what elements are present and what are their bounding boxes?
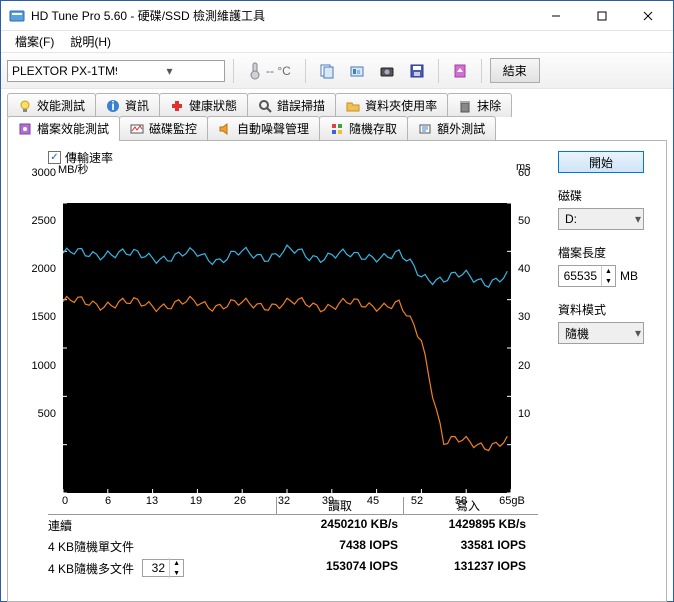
maximize-button[interactable]: [579, 1, 625, 31]
rndm-write: 131237 IOPS: [404, 559, 532, 577]
speaker-icon: [218, 122, 232, 136]
results-table: 讀取 寫入 連續 2450210 KB/s 1429895 KB/s 4 KB隨…: [48, 497, 538, 579]
ytick-left: 2000: [18, 263, 56, 275]
rnd1-write: 33581 IOPS: [404, 538, 532, 555]
disk-label: 磁碟: [558, 187, 650, 204]
options-button[interactable]: [447, 59, 473, 83]
right-panel: 開始 磁碟 D:▾ 檔案長度 65535▲▼ MB 資料模式 隨機▾: [558, 151, 650, 344]
titlebar: HD Tune Pro 5.60 - 硬碟/SSD 檢測維護工具: [1, 1, 673, 31]
tab-benchmark[interactable]: 效能測試: [7, 93, 96, 117]
row-sequential: 連續 2450210 KB/s 1429895 KB/s: [48, 515, 538, 536]
spinner-up-icon[interactable]: ▲: [601, 266, 615, 276]
monitor-icon: [130, 122, 144, 136]
tabs: 效能測試 i資訊 健康狀態 錯誤掃描 資料夾使用率 抹除 檔案效能測試 磁碟監控…: [7, 93, 667, 602]
tab-error-scan[interactable]: 錯誤掃描: [247, 93, 336, 117]
minimize-button[interactable]: [533, 1, 579, 31]
row-random-multi: 4 KB隨機多文件 32▲▼ 153074 IOPS 131237 IOPS: [48, 557, 538, 579]
disk-select[interactable]: D:▾: [558, 208, 644, 230]
info-icon: i: [106, 99, 120, 113]
drive-select-value: PLEXTOR PX-1TM9PY + (1024 gB): [12, 64, 117, 78]
copy-screenshot-button[interactable]: [344, 59, 370, 83]
lightbulb-icon: [18, 99, 32, 113]
toolbar: PLEXTOR PX-1TM9PY + (1024 gB) ▾ -- °C 結束: [1, 53, 673, 89]
ytick-left: 2500: [18, 215, 56, 227]
folder-icon: [346, 99, 360, 113]
close-button[interactable]: [625, 1, 671, 31]
tab-row-1: 效能測試 i資訊 健康狀態 錯誤掃描 資料夾使用率 抹除: [7, 93, 667, 117]
ytick-right: 30: [518, 311, 542, 323]
menubar: 檔案(F) 說明(H): [1, 31, 673, 53]
chevron-down-icon: ▾: [635, 212, 641, 226]
tab-file-benchmark[interactable]: 檔案效能測試: [7, 116, 120, 140]
col-read: 讀取: [276, 497, 404, 514]
trash-icon: [458, 99, 472, 113]
threads-spinner[interactable]: 32▲▼: [142, 559, 184, 577]
save-button[interactable]: [404, 59, 430, 83]
svg-text:i: i: [111, 99, 114, 113]
ytick-left: 500: [18, 408, 56, 420]
spinner-up-icon[interactable]: ▲: [169, 558, 183, 568]
menu-file[interactable]: 檔案(F): [7, 31, 62, 52]
spinner-down-icon[interactable]: ▼: [169, 568, 183, 578]
rndm-read: 153074 IOPS: [276, 559, 404, 577]
menu-help[interactable]: 說明(H): [62, 31, 119, 52]
file-test-icon: [18, 122, 32, 136]
search-icon: [258, 99, 272, 113]
filelen-spinner[interactable]: 65535▲▼: [558, 265, 616, 287]
random-icon: [330, 122, 344, 136]
rnd1-read: 7438 IOPS: [276, 538, 404, 555]
extra-icon: [418, 122, 432, 136]
chart-canvas: [63, 203, 511, 493]
tab-folder-usage[interactable]: 資料夾使用率: [335, 93, 448, 117]
col-write: 寫入: [404, 497, 532, 514]
tab-health[interactable]: 健康狀態: [159, 93, 248, 117]
tab-random-access[interactable]: 隨機存取: [319, 116, 408, 140]
mode-label: 資料模式: [558, 301, 650, 318]
temperature-value: -- °C: [266, 64, 291, 78]
results-header: 讀取 寫入: [48, 497, 538, 515]
start-button[interactable]: 開始: [558, 151, 644, 173]
screenshot-button[interactable]: [374, 59, 400, 83]
tab-info[interactable]: i資訊: [95, 93, 160, 117]
ytick-left: 1500: [18, 311, 56, 323]
y-axis-left-label: MB/秒: [58, 161, 89, 177]
filelen-label: 檔案長度: [558, 244, 650, 261]
tab-disk-monitor[interactable]: 磁碟監控: [119, 116, 208, 140]
ytick-right: 50: [518, 215, 542, 227]
ytick-left: 1000: [18, 360, 56, 372]
temperature-display: -- °C: [242, 59, 297, 83]
seq-write: 1429895 KB/s: [404, 517, 532, 534]
filelen-unit: MB: [620, 269, 638, 283]
chevron-down-icon: ▾: [635, 326, 641, 340]
window-title: HD Tune Pro 5.60 - 硬碟/SSD 檢測維護工具: [31, 7, 533, 24]
tab-extra-tests[interactable]: 額外測試: [407, 116, 496, 140]
drive-select[interactable]: PLEXTOR PX-1TM9PY + (1024 gB) ▾: [7, 60, 225, 82]
tab-row-2: 檔案效能測試 磁碟監控 自動噪聲管理 隨機存取 額外測試: [7, 116, 667, 140]
spinner-down-icon[interactable]: ▼: [601, 276, 615, 286]
health-icon: [170, 99, 184, 113]
row-random-single: 4 KB隨機單文件 7438 IOPS 33581 IOPS: [48, 536, 538, 557]
chevron-down-icon: ▾: [117, 64, 222, 78]
app-icon: [9, 8, 25, 24]
ytick-right: 20: [518, 360, 542, 372]
tab-aam[interactable]: 自動噪聲管理: [207, 116, 320, 140]
tab-erase[interactable]: 抹除: [447, 93, 512, 117]
tab-content: ✓ 傳輸速率 MB/秒 ms 3000 2500 2000 1500 1000 …: [7, 140, 667, 602]
ytick-right: 40: [518, 263, 542, 275]
copy-info-button[interactable]: [314, 59, 340, 83]
mode-select[interactable]: 隨機▾: [558, 322, 644, 344]
ytick-left: 3000: [18, 167, 56, 179]
ytick-right: 60: [518, 167, 542, 179]
ytick-right: 10: [518, 408, 542, 420]
seq-read: 2450210 KB/s: [276, 517, 404, 534]
exit-button[interactable]: 結束: [490, 58, 540, 83]
